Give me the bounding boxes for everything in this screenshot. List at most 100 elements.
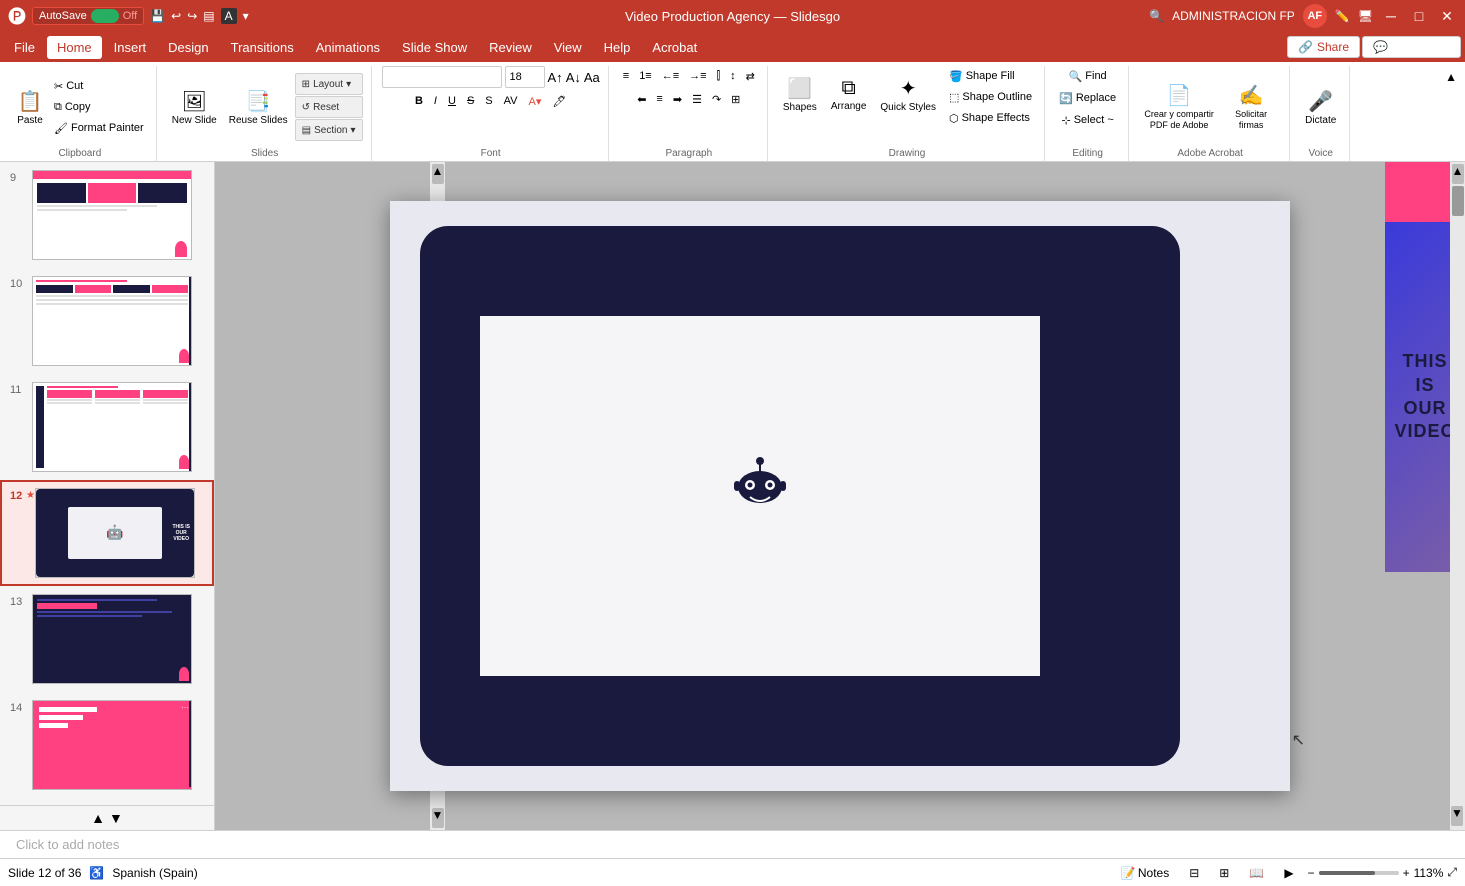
menu-help[interactable]: Help — [594, 36, 641, 59]
zoom-out-button[interactable]: − — [1308, 866, 1315, 880]
slide-thumb-11[interactable]: 11 — [0, 374, 214, 480]
spacing-button[interactable]: AV — [500, 91, 522, 111]
align-right-button[interactable]: ➡ — [669, 89, 686, 109]
highlight-button[interactable]: 🖊 — [548, 91, 570, 111]
highlighter-icon[interactable]: ✏️ — [1335, 9, 1350, 23]
right-scroll-up[interactable]: ▲ — [1452, 164, 1464, 184]
menu-home[interactable]: Home — [47, 36, 102, 59]
reading-view-button[interactable]: 📖 — [1243, 864, 1270, 882]
reuse-slides-button[interactable]: 📑 Reuse Slides — [224, 79, 293, 135]
share-button[interactable]: 🔗 Share — [1287, 36, 1360, 58]
slide-thumb-12[interactable]: 12 ★ 🤖 THIS ISOURVIDEO — [0, 480, 214, 586]
shape-fill-button[interactable]: 🪣 Shape Fill — [945, 66, 1036, 86]
find-button[interactable]: 🔍 Find — [1065, 66, 1111, 86]
shape-effects-button[interactable]: ⬡ Shape Effects — [945, 108, 1036, 128]
copy-button[interactable]: ⧉ Copy — [50, 97, 148, 117]
shape-outline-button[interactable]: ⬚ Shape Outline — [945, 87, 1036, 107]
zoom-slider[interactable] — [1319, 871, 1399, 875]
clear-format-icon[interactable]: Aa — [584, 70, 600, 85]
notes-area[interactable]: Click to add notes — [0, 830, 1465, 858]
bold-button[interactable]: B — [411, 91, 427, 111]
increase-indent-button[interactable]: →≡ — [685, 66, 710, 86]
close-btn[interactable]: ✕ — [1437, 6, 1457, 26]
maximize-btn[interactable]: □ — [1409, 6, 1429, 26]
text-direction-button[interactable]: ↷ — [708, 89, 725, 109]
autosave-toggle[interactable] — [91, 9, 119, 23]
menu-file[interactable]: File — [4, 36, 45, 59]
font-size-input[interactable] — [505, 66, 545, 88]
scroll-down-thumb-button[interactable]: ▼ — [109, 810, 123, 826]
slide-thumb-13[interactable]: 13 — [0, 586, 214, 692]
monitor-icon[interactable]: 🖥 — [1358, 9, 1373, 23]
cut-button[interactable]: ✂ Cut — [50, 76, 148, 96]
menu-animations[interactable]: Animations — [306, 36, 390, 59]
shadow-button[interactable]: S — [481, 91, 496, 111]
undo-icon[interactable]: ↩ — [171, 9, 181, 23]
align-left-button[interactable]: ⬅ — [633, 89, 650, 109]
right-scroll-down[interactable]: ▼ — [1451, 806, 1463, 826]
slideshow-button[interactable]: ▶ — [1278, 864, 1299, 882]
slide-sorter-button[interactable]: ⊞ — [1213, 864, 1235, 882]
slide-thumb-9[interactable]: 9 — [0, 162, 214, 268]
normal-view-button[interactable]: ⊟ — [1183, 864, 1205, 882]
justify-button[interactable]: ☰ — [688, 89, 706, 109]
fit-slide-button[interactable]: ⤢ — [1447, 865, 1457, 880]
select-button[interactable]: ⊹ Select ~ — [1058, 110, 1118, 130]
replace-button[interactable]: 🔄 Replace — [1055, 88, 1120, 108]
quick-styles-button[interactable]: ✦ Quick Styles — [875, 66, 941, 122]
font-name-input[interactable] — [382, 66, 502, 88]
autosave-badge[interactable]: AutoSave Off — [32, 7, 144, 25]
arrange-button[interactable]: ⧉ Arrange — [826, 66, 872, 122]
font-color-button[interactable]: A▾ — [524, 91, 545, 111]
decrease-indent-button[interactable]: ←≡ — [658, 66, 683, 86]
comments-button[interactable]: 💬 Comments — [1362, 36, 1461, 58]
right-scrollbar[interactable]: ▲ ▼ — [1450, 162, 1465, 830]
dropdown-icon[interactable]: ▾ — [243, 9, 249, 23]
smartart-button[interactable]: ⊞ — [727, 89, 744, 109]
columns-button[interactable]: ⫿ — [713, 66, 725, 86]
numbered-button[interactable]: 1≡ — [635, 66, 656, 86]
bullets-button[interactable]: ≡ — [619, 66, 633, 86]
menu-review[interactable]: Review — [479, 36, 542, 59]
paste-button[interactable]: 📋 Paste — [12, 79, 48, 135]
format-painter-button[interactable]: 🖌 Format Painter — [50, 118, 148, 138]
save-icon[interactable]: 💾 — [150, 9, 165, 23]
present-icon[interactable]: ▤ — [203, 9, 214, 23]
request-button[interactable]: ✍ Solicitar firmas — [1221, 79, 1281, 135]
increase-font-icon[interactable]: A↑ — [548, 70, 563, 85]
zoom-in-button[interactable]: + — [1403, 866, 1410, 880]
underline-button[interactable]: U — [444, 91, 460, 111]
menu-insert[interactable]: Insert — [104, 36, 157, 59]
redo-icon[interactable]: ↪ — [187, 9, 197, 23]
menu-transitions[interactable]: Transitions — [221, 36, 304, 59]
search-icon[interactable]: 🔍 — [1149, 9, 1164, 23]
menu-view[interactable]: View — [544, 36, 592, 59]
create-pdf-button[interactable]: 📄 Crear y compartir PDF de Adobe — [1139, 79, 1219, 135]
convert-button[interactable]: ⇄ — [742, 66, 759, 86]
menu-design[interactable]: Design — [158, 36, 218, 59]
accessibility-icon[interactable]: ♿ — [89, 866, 104, 880]
line-spacing-button[interactable]: ↕ — [726, 66, 740, 86]
scroll-up-thumb-button[interactable]: ▲ — [91, 810, 105, 826]
strikethrough-button[interactable]: S — [463, 91, 478, 111]
reset-button[interactable]: ↺ Reset — [295, 96, 363, 118]
menu-slideshow[interactable]: Slide Show — [392, 36, 477, 59]
layout-button[interactable]: ⊞ Layout ▾ — [295, 73, 363, 95]
new-slide-button[interactable]: 🖼 New Slide — [167, 79, 222, 135]
collapse-ribbon-button[interactable]: ▲ — [1441, 66, 1461, 88]
notes-button[interactable]: 📝 Notes — [1115, 864, 1175, 882]
menu-acrobat[interactable]: Acrobat — [642, 36, 707, 59]
aa-icon[interactable]: A — [221, 8, 237, 24]
slide-thumb-14[interactable]: 14 50,000 ··· — [0, 692, 214, 798]
scroll-up-button[interactable]: ▲ — [432, 164, 444, 184]
right-scroll-thumb[interactable] — [1452, 186, 1464, 216]
italic-button[interactable]: I — [430, 91, 441, 111]
shapes-button[interactable]: ⬜ Shapes — [778, 66, 822, 122]
align-center-button[interactable]: ≡ — [652, 89, 666, 109]
dictate-button[interactable]: 🎤 Dictate — [1300, 79, 1341, 135]
slide-thumb-10[interactable]: 10 — [0, 268, 214, 374]
decrease-font-icon[interactable]: A↓ — [566, 70, 581, 85]
minimize-btn[interactable]: ─ — [1381, 6, 1401, 26]
section-button[interactable]: ▤ Section ▾ — [295, 119, 363, 141]
scroll-down-button[interactable]: ▼ — [432, 808, 444, 828]
